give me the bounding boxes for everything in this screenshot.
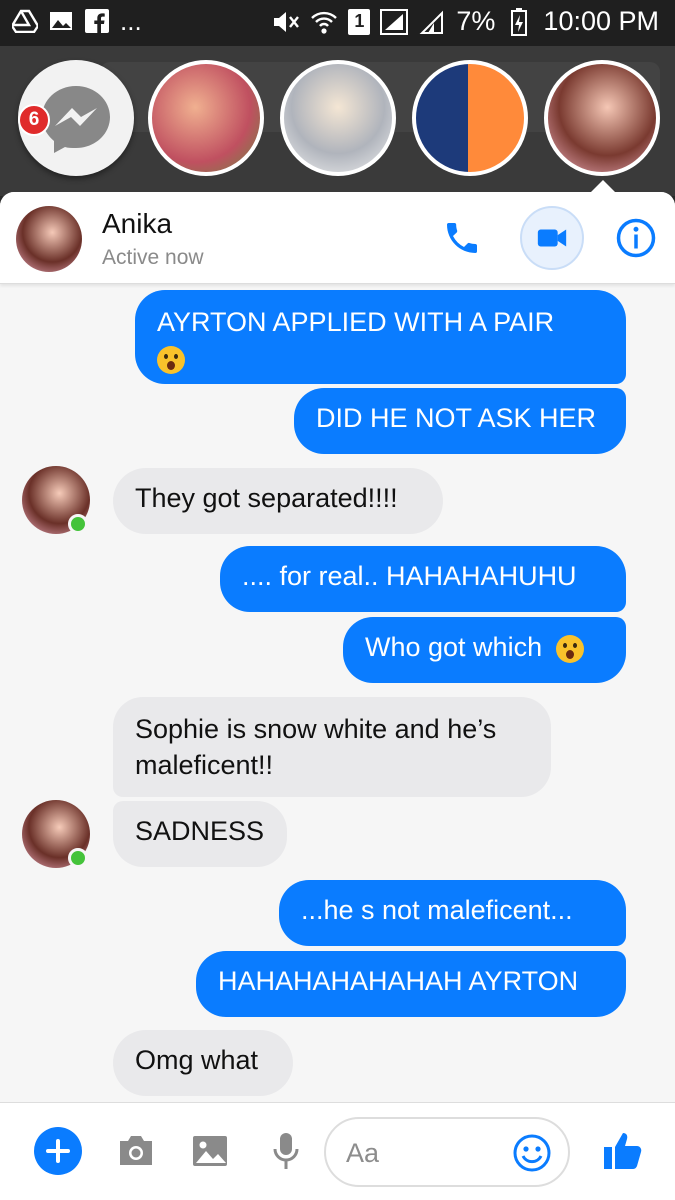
surprised-emoji-icon: [157, 345, 185, 374]
message-composer: [0, 1102, 675, 1200]
wifi-icon: [310, 8, 338, 36]
chat-panel: Anika Active now AYRTON APPLIED WITH A P…: [0, 192, 675, 1200]
microphone-icon: [273, 1133, 299, 1169]
camera-icon: [120, 1136, 152, 1165]
info-button[interactable]: [612, 214, 660, 262]
phone-icon: [447, 223, 477, 253]
message-text: ...he s not maleficent...: [301, 895, 573, 925]
video-camera-icon: [537, 229, 567, 247]
facebook-icon: [84, 8, 110, 34]
avatar[interactable]: [16, 206, 82, 272]
message-text: Sophie is snow white and he’s: [135, 714, 497, 744]
message-bubble-incoming[interactable]: They got separated!!!!: [113, 468, 443, 534]
contact-head-1[interactable]: [148, 60, 264, 176]
message-text: HAHAHAHAHAHAH AYRTON: [218, 966, 579, 996]
mute-icon: [272, 8, 300, 36]
message-bubble-outgoing[interactable]: DID HE NOT ASK HER: [294, 388, 626, 454]
gallery-icon: [48, 8, 74, 34]
signal-icon-1: [380, 8, 409, 36]
status-bar: ... 1 7% 10:00 PM: [0, 0, 675, 46]
message-text: They got separated!!!!: [135, 483, 398, 513]
like-button[interactable]: [598, 1125, 648, 1175]
message-bubble-outgoing[interactable]: .... for real.. HAHAHAHUHU: [220, 546, 626, 612]
drive-icon: [12, 8, 38, 34]
contact-head-2[interactable]: [280, 60, 396, 176]
plus-icon: [46, 1139, 70, 1163]
emoji-button[interactable]: [510, 1131, 554, 1175]
active-head-pointer: [589, 180, 617, 194]
status-left: ...: [12, 8, 142, 34]
status-right: 1 7% 10:00 PM: [272, 6, 659, 37]
message-text: .... for real.. HAHAHAHUHU: [242, 561, 577, 591]
message-text: Omg what: [135, 1045, 259, 1075]
message-bubble-outgoing[interactable]: AYRTON APPLIED WITH A PAIR: [135, 290, 626, 384]
status-overflow: ...: [120, 6, 142, 36]
unread-badge: 6: [18, 104, 50, 136]
image-icon: [193, 1136, 227, 1166]
message-bubble-outgoing[interactable]: ...he s not maleficent...: [279, 880, 626, 946]
camera-button[interactable]: [112, 1127, 160, 1175]
contact-name[interactable]: Anika: [102, 208, 172, 240]
video-call-button[interactable]: [520, 206, 584, 270]
more-actions-button[interactable]: [34, 1127, 82, 1175]
message-text: SADNESS: [135, 816, 265, 846]
message-bubble-outgoing[interactable]: Who got which: [343, 617, 626, 683]
active-status: Active now: [102, 246, 204, 269]
sim-icon: 1: [348, 8, 371, 35]
info-icon: [616, 218, 656, 258]
message-bubble-incoming[interactable]: SADNESS: [113, 801, 287, 867]
battery-icon: [505, 7, 533, 36]
contact-head-3[interactable]: [412, 60, 528, 176]
message-input[interactable]: [346, 1135, 516, 1171]
battery-percent: 7%: [456, 6, 496, 36]
chat-heads-bar: 6: [0, 46, 675, 196]
surprised-emoji-icon: [555, 634, 584, 663]
voice-button[interactable]: [262, 1127, 310, 1175]
online-indicator: [68, 848, 88, 868]
message-text: DID HE NOT ASK HER: [316, 403, 597, 433]
signal-icon-2: [418, 8, 446, 36]
message-bubble-incoming[interactable]: Omg what: [113, 1030, 293, 1096]
message-bubble-incoming[interactable]: Sophie is snow white and he’s maleficent…: [113, 697, 551, 797]
smiley-icon: [513, 1134, 551, 1172]
message-bubble-outgoing[interactable]: HAHAHAHAHAHAH AYRTON: [196, 951, 626, 1017]
call-button[interactable]: [438, 214, 486, 262]
clock: 10:00 PM: [543, 6, 659, 36]
contact-head-anika[interactable]: [544, 60, 660, 176]
gallery-button[interactable]: [186, 1127, 234, 1175]
message-text: maleficent!!: [135, 750, 274, 780]
message-text: AYRTON APPLIED WITH A PAIR: [157, 307, 555, 337]
thumbs-up-icon: [604, 1133, 642, 1169]
chat-header: Anika Active now: [0, 192, 675, 284]
message-input-box: [324, 1117, 570, 1187]
message-text: Who got which: [365, 632, 543, 662]
online-indicator: [68, 514, 88, 534]
